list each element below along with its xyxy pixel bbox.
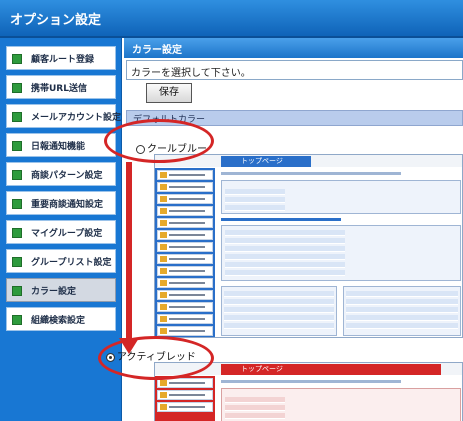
bullet-icon [12,286,22,296]
highlight-ellipse [98,336,214,380]
preview-cool-blue: トップページ [154,154,463,338]
sidebar-item-daily-report[interactable]: 日報通知機能 [6,133,116,157]
bullet-icon [12,199,22,209]
sidebar-item-color-settings[interactable]: カラー設定 [6,278,116,302]
preview-sidebar [155,376,215,421]
sidebar-item-mobile-url[interactable]: 携帯URL送信 [6,75,116,99]
sidebar-item-label: 重要商談通知設定 [31,200,104,210]
sidebar-item-label: 顧客ルート登録 [31,55,95,65]
bullet-icon [12,170,22,180]
instruction-text: カラーを選択して下さい。 [131,68,251,79]
bullet-icon [12,54,22,64]
bullet-icon [12,112,22,122]
preview-tab: トップページ [221,156,311,167]
panel-header: カラー設定 [124,38,463,58]
preview-content [217,376,462,421]
sidebar-item-label: メールアカウント設定 [31,113,122,123]
window-titlebar: オプション設定 [0,0,463,38]
bullet-icon [12,257,22,267]
sidebar-item-label: グループリスト設定 [31,258,112,268]
sidebar-item-label: マイグループ設定 [31,229,103,239]
sidebar-item-label: 商談パターン設定 [31,171,103,181]
sidebar-item-mail-account[interactable]: メールアカウント設定 [6,104,121,128]
instruction-box: カラーを選択して下さい。 [126,60,463,80]
bullet-icon [12,141,22,151]
sidebar-item-my-group[interactable]: マイグループ設定 [6,220,116,244]
highlight-ellipse [104,119,214,163]
sidebar-item-label: カラー設定 [31,287,77,297]
sidebar-item-label: 携帯URL送信 [31,84,87,94]
screen: { "window": { "title": "オプション設定" }, "sid… [0,0,463,421]
sidebar-item-org-search[interactable]: 組織検索設定 [6,307,116,331]
sidebar-item-deal-pattern[interactable]: 商談パターン設定 [6,162,116,186]
preview-sidebar [155,168,215,337]
panel-title: カラー設定 [132,45,182,56]
bullet-icon [12,228,22,238]
preview-content [217,168,462,337]
bullet-icon [12,315,22,325]
sidebar-item-label: 組織検索設定 [31,316,86,326]
bullet-icon [12,83,22,93]
sidebar-item-label: 日報通知機能 [31,142,86,152]
window-title: オプション設定 [10,13,102,28]
preview-tab: トップページ [221,364,441,375]
sidebar-item-important-deal[interactable]: 重要商談通知設定 [6,191,116,215]
arrow-line [126,162,132,342]
save-button[interactable]: 保存 [146,83,192,103]
sidebar-item-group-list[interactable]: グループリスト設定 [6,249,116,273]
sidebar-item-customer-route[interactable]: 顧客ルート登録 [6,46,116,70]
